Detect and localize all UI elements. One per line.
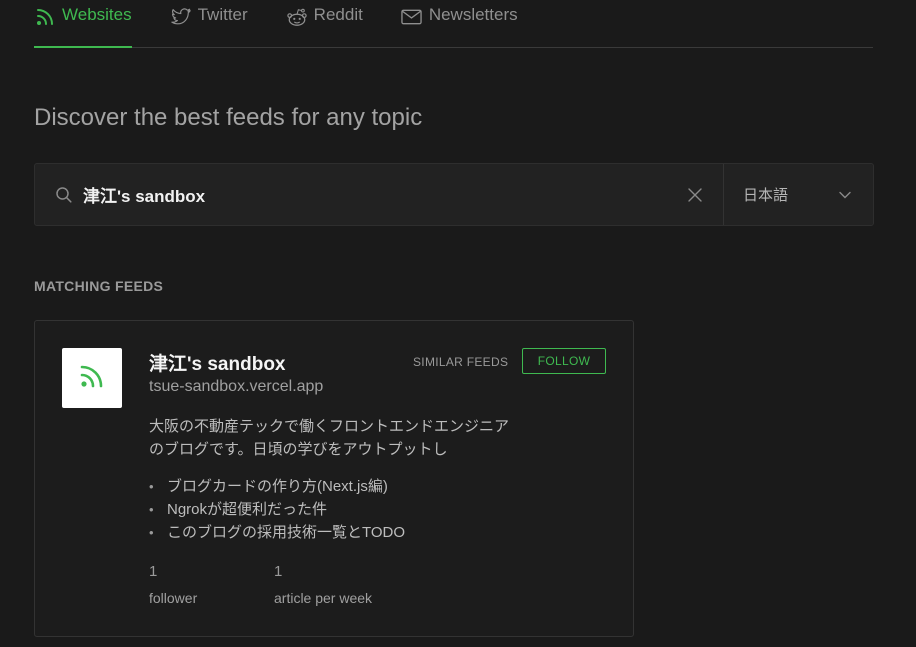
language-select[interactable]: 日本語 [723, 164, 873, 225]
articles-per-week-stat: 1 article per week [274, 563, 372, 606]
search-bar: 日本語 [34, 163, 874, 226]
followers-count: 1 [149, 563, 158, 580]
similar-feeds-button[interactable]: SIMILAR FEEDS [413, 355, 508, 369]
recent-articles-list: ブログカードの作り方(Next.js編) Ngrokが超便利だった件 このブログ… [149, 475, 405, 544]
article-item[interactable]: ブログカードの作り方(Next.js編) [149, 475, 405, 498]
tab-label: Twitter [197, 4, 248, 24]
feed-url: tsue-sandbox.vercel.app [149, 378, 324, 395]
tab-label: Reddit [313, 4, 363, 24]
matching-feeds-heading: MATCHING FEEDS [34, 278, 164, 294]
source-tabs: Websites Twitter Reddit Newsletters [34, 0, 873, 48]
tab-twitter[interactable]: Twitter [170, 0, 248, 47]
page-headline: Discover the best feeds for any topic [34, 104, 423, 131]
search-input[interactable] [83, 164, 685, 225]
tab-label: Websites [62, 4, 132, 24]
language-select-value: 日本語 [743, 187, 789, 204]
followers-stat: 1 follower [149, 563, 197, 606]
rss-icon [34, 6, 56, 28]
tab-newsletters[interactable]: Newsletters [401, 0, 518, 47]
close-icon [688, 187, 702, 202]
feed-thumbnail [62, 348, 122, 408]
search-field-wrapper [35, 164, 723, 225]
twitter-icon [170, 6, 192, 28]
feed-title[interactable]: 津江's sandbox [149, 349, 286, 376]
tab-label: Newsletters [428, 4, 518, 24]
rss-icon [78, 362, 106, 395]
clear-search-button[interactable] [685, 185, 705, 205]
tab-websites[interactable]: Websites [34, 0, 132, 48]
mail-icon [401, 6, 423, 28]
follow-button[interactable]: FOLLOW [522, 348, 606, 374]
tab-reddit[interactable]: Reddit [286, 0, 363, 47]
reddit-icon [286, 6, 308, 28]
search-icon [55, 186, 73, 204]
feed-description: 大阪の不動産テックで働くフロントエンドエンジニアのブログです。日頃の学びをアウト… [149, 418, 510, 458]
feed-card[interactable]: 津江's sandbox tsue-sandbox.vercel.app SIM… [34, 320, 634, 637]
article-item[interactable]: このブログの採用技術一覧とTODO [149, 521, 405, 544]
article-item[interactable]: Ngrokが超便利だった件 [149, 498, 405, 521]
articles-per-week-label: article per week [274, 590, 373, 606]
articles-per-week-count: 1 [274, 563, 283, 580]
followers-label: follower [149, 590, 198, 606]
chevron-down-icon [839, 186, 851, 203]
